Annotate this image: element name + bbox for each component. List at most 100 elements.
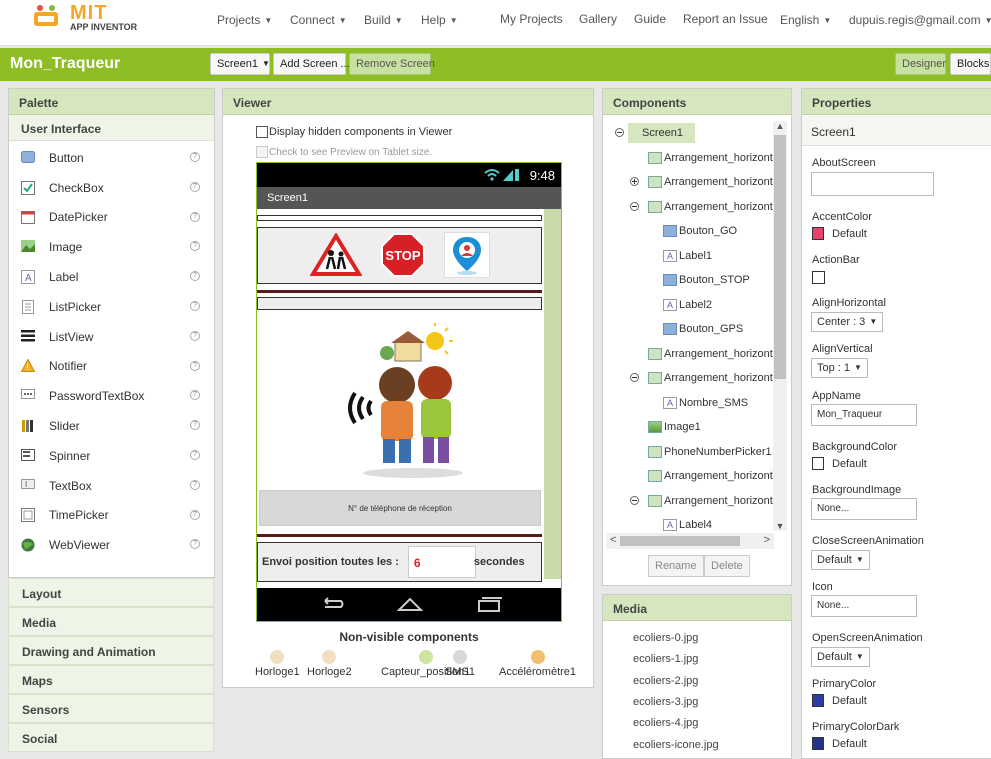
component-node[interactable]: Screen1	[628, 121, 695, 145]
palette-item-textbox[interactable]: I TextBox?	[9, 471, 214, 501]
media-file[interactable]: ecoliers-icone.jpg	[633, 739, 719, 751]
menu-help[interactable]: Help ▼	[421, 13, 458, 27]
show-hidden-checkbox[interactable]	[256, 126, 268, 138]
palette-item-spinner[interactable]: Spinner?	[9, 441, 214, 471]
palette-section-user-interface[interactable]: User Interface	[9, 115, 214, 141]
icon-picker[interactable]: None...	[811, 595, 917, 617]
link-report-issue[interactable]: Report an Issue	[683, 12, 768, 26]
palette-category-drawing-and-animation[interactable]: Drawing and Animation	[8, 636, 214, 665]
media-file[interactable]: ecoliers-2.jpg	[633, 675, 698, 687]
help-icon[interactable]: ?	[190, 390, 200, 401]
show-hidden-checkbox-row[interactable]: Display hidden components in Viewer	[256, 126, 452, 138]
palette-item-button[interactable]: Button?	[9, 143, 214, 173]
component-node[interactable]: Arrangement_horizont	[648, 170, 773, 194]
prop-backgroundcolor-value[interactable]: Default	[832, 458, 867, 470]
component-node[interactable]: Arrangement_horizont	[648, 146, 773, 170]
help-icon[interactable]: ?	[190, 271, 200, 282]
component-node[interactable]: A Label1	[663, 244, 712, 268]
align-horizontal-select[interactable]: Center : 3 ▼	[811, 312, 884, 332]
components-horizontal-scrollbar[interactable]: < >	[606, 533, 774, 549]
palette-category-social[interactable]: Social	[8, 723, 214, 752]
palette-category-sensors[interactable]: Sensors	[8, 694, 214, 723]
collapse-icon[interactable]	[630, 495, 639, 505]
component-node[interactable]: Bouton_GO	[663, 219, 737, 243]
link-guide[interactable]: Guide	[634, 12, 666, 26]
menu-projects[interactable]: Projects ▼	[217, 13, 272, 27]
help-icon[interactable]: ?	[190, 181, 200, 192]
palette-item-image[interactable]: Image?	[9, 232, 214, 262]
add-screen-button[interactable]: Add Screen ...	[273, 53, 350, 75]
component-node[interactable]: PhoneNumberPicker1	[648, 440, 772, 464]
component-node[interactable]: A Label2	[663, 293, 712, 317]
expand-icon[interactable]	[630, 177, 639, 186]
phone-number-picker[interactable]: N° de téléphone de réception	[259, 490, 541, 526]
pedestrian-warning-icon[interactable]	[309, 232, 363, 280]
scroll-right-icon[interactable]: >	[764, 534, 770, 546]
h-scrollbar-thumb[interactable]	[620, 536, 740, 546]
link-gallery[interactable]: Gallery	[579, 12, 617, 26]
collapse-icon[interactable]	[630, 373, 639, 382]
stop-sign-icon[interactable]: STOP	[380, 232, 426, 281]
rename-button[interactable]: Rename	[648, 555, 704, 577]
components-vertical-scrollbar[interactable]: ▲ ▼	[773, 121, 787, 531]
delete-button[interactable]: Delete	[704, 555, 750, 577]
collapse-icon[interactable]	[630, 201, 639, 211]
help-icon[interactable]: ?	[190, 330, 200, 341]
nonvisible-component[interactable]: Horloge1	[255, 650, 300, 678]
palette-item-webviewer[interactable]: WebViewer?	[9, 530, 214, 560]
user-account-menu[interactable]: dupuis.regis@gmail.com ▼	[849, 13, 991, 27]
recent-apps-nav-icon[interactable]	[476, 596, 502, 615]
help-icon[interactable]: ?	[190, 420, 200, 431]
prop-primarycolor-value[interactable]: Default	[832, 695, 867, 707]
primary-color-swatch[interactable]	[812, 694, 824, 707]
appname-input[interactable]: Mon_Traqueur	[811, 404, 917, 426]
close-animation-select[interactable]: Default ▼	[811, 550, 870, 570]
palette-item-slider[interactable]: Slider?	[9, 411, 214, 441]
palette-item-listview[interactable]: ListView?	[9, 322, 214, 352]
help-icon[interactable]: ?	[190, 211, 200, 222]
palette-item-passwordtextbox[interactable]: PasswordTextBox?	[9, 381, 214, 411]
primary-dark-color-swatch[interactable]	[812, 737, 824, 750]
component-node[interactable]: Bouton_GPS	[663, 317, 743, 341]
component-node[interactable]: Arrangement_horizont	[648, 342, 773, 366]
help-icon[interactable]: ?	[190, 539, 200, 550]
home-nav-icon[interactable]	[396, 596, 424, 615]
prop-aboutscreen-textarea[interactable]	[811, 172, 934, 196]
help-icon[interactable]: ?	[190, 509, 200, 520]
interval-textbox[interactable]: 6	[407, 546, 476, 578]
tablet-preview-checkbox[interactable]	[256, 146, 268, 158]
gps-button-icon[interactable]	[444, 232, 490, 278]
background-image-picker[interactable]: None...	[811, 498, 917, 520]
component-node[interactable]: A Label4	[663, 513, 712, 531]
component-node[interactable]: Arrangement_horizont	[648, 464, 773, 488]
screen-select[interactable]: Screen1 ▼	[210, 53, 270, 75]
prop-primarycolordark-value[interactable]: Default	[832, 738, 867, 750]
nonvisible-component[interactable]: Accéléromètre1	[499, 650, 576, 678]
component-node[interactable]: Bouton_STOP	[663, 268, 750, 292]
palette-item-datepicker[interactable]: DatePicker?	[9, 203, 214, 233]
designer-button[interactable]: Designer	[895, 53, 946, 75]
help-icon[interactable]: ?	[190, 449, 200, 460]
media-file[interactable]: ecoliers-1.jpg	[633, 653, 698, 665]
palette-category-layout[interactable]: Layout	[8, 578, 214, 607]
palette-item-timepicker[interactable]: TimePicker?	[9, 501, 214, 531]
background-color-swatch[interactable]	[812, 457, 824, 470]
align-vertical-select[interactable]: Top : 1 ▼	[811, 358, 868, 378]
remove-screen-button[interactable]: Remove Screen	[349, 53, 435, 75]
nonvisible-component[interactable]: SMS1	[445, 650, 475, 678]
palette-category-media[interactable]: Media	[8, 607, 214, 636]
open-animation-select[interactable]: Default ▼	[811, 647, 870, 667]
menu-connect[interactable]: Connect ▼	[290, 13, 347, 27]
prop-accentcolor-value[interactable]: Default	[832, 228, 867, 240]
media-file[interactable]: ecoliers-0.jpg	[633, 632, 698, 644]
collapse-icon[interactable]	[615, 128, 624, 137]
menu-build[interactable]: Build ▼	[364, 13, 403, 27]
nonvisible-component[interactable]: Horloge2	[307, 650, 352, 678]
palette-item-notifier[interactable]: ! Notifier?	[9, 352, 214, 382]
component-node[interactable]: Arrangement_horizont	[648, 366, 773, 390]
tablet-preview-row[interactable]: Check to see Preview on Tablet size.	[256, 146, 432, 158]
help-icon[interactable]: ?	[190, 300, 200, 311]
media-file[interactable]: ecoliers-4.jpg	[633, 717, 698, 729]
palette-item-listpicker[interactable]: ListPicker?	[9, 292, 214, 322]
accent-color-swatch[interactable]	[812, 227, 824, 240]
